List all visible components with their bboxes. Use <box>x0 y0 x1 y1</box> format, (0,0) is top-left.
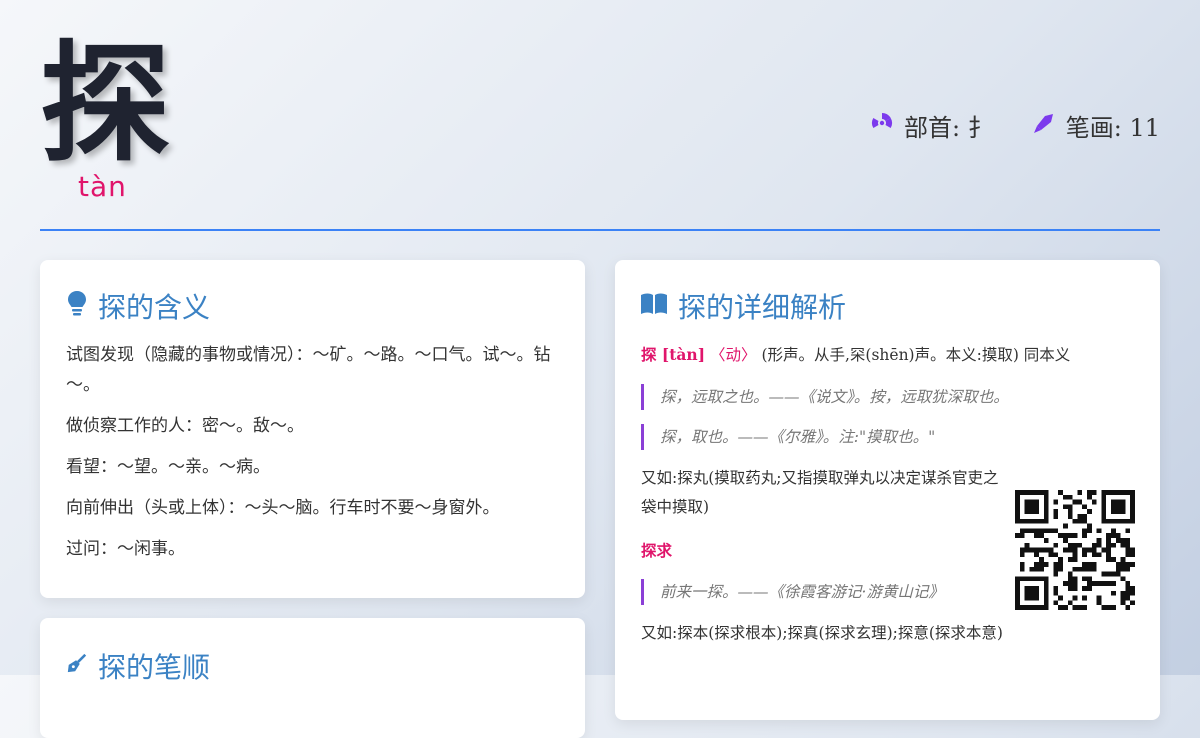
detail-card: 探的详细解析 探 [tàn] 〈动〉 (形声。从手,罙(shēn)声。本义:摸取… <box>615 260 1160 720</box>
meaning-item: 试图发现（隐藏的事物或情况）：～矿。～路。～口气。试～。钻～。 <box>66 345 551 395</box>
meaning-card: 探的含义 试图发现（隐藏的事物或情况）：～矿。～路。～口气。试～。钻～。 做侦察… <box>40 260 585 598</box>
meaning-title: 探的含义 <box>66 286 210 326</box>
radical-label: 部首: 扌 <box>904 114 992 142</box>
detail-headline: 探 [tàn] 〈动〉 (形声。从手,罙(shēn)声。本义:摸取) 同本义 <box>641 340 1121 370</box>
part-of-speech: 〈动〉 <box>709 346 757 364</box>
character-meta: 部首: 扌 笔画: 11 <box>870 108 1160 143</box>
meaning-item: 过问：～闲事。 <box>66 539 185 559</box>
meaning-item: 做侦察工作的人：密～。敌～。 <box>66 416 304 436</box>
header: 探 tàn 部首: 扌 笔画: 11 <box>40 0 1160 231</box>
detail-title: 探的详细解析 <box>640 286 846 326</box>
quote: 探，取也。——《尔雅》。注:"摸取也。" <box>641 424 1121 450</box>
character-display: 探 <box>40 27 171 180</box>
pen-icon <box>1032 111 1056 141</box>
stroke-order-card: 探的笔顺 <box>40 618 585 738</box>
radical-info: 部首: 扌 <box>870 108 992 143</box>
radical-icon <box>870 111 894 141</box>
example-text: 又如:探本(探求根本);探真(探求玄理);探意(探求本意) <box>641 624 1003 642</box>
qr-code <box>1015 490 1135 610</box>
detail-title-text: 探的详细解析 <box>678 291 847 324</box>
stroke-order-title: 探的笔顺 <box>66 646 210 686</box>
head-word: 探 [tàn] <box>641 345 706 364</box>
meaning-title-text: 探的含义 <box>98 291 211 324</box>
book-icon <box>640 290 668 323</box>
pen-nib-icon <box>66 650 88 683</box>
strokes-label: 笔画: 11 <box>1065 114 1160 142</box>
meaning-list: 试图发现（隐藏的事物或情况）：～矿。～路。～口气。试～。钻～。 做侦察工作的人：… <box>66 340 556 575</box>
pinyin: tàn <box>78 170 127 203</box>
head-text: (形声。从手,罙(shēn)声。本义:摸取) 同本义 <box>761 346 1071 364</box>
strokes-info: 笔画: 11 <box>1032 108 1160 143</box>
stroke-order-title-text: 探的笔顺 <box>98 651 211 684</box>
example-text: 又如:探丸(摸取药丸;又指摸取弹丸以决定谋杀官吏之袋中摸取) <box>641 469 999 516</box>
lightbulb-icon <box>66 290 88 323</box>
meaning-item: 向前伸出（头或上体）：～头～脑。行车时不要～身窗外。 <box>66 498 500 518</box>
meaning-item: 看望：～望。～亲。～病。 <box>66 457 270 477</box>
quote: 探，远取之也。——《说文》。按，远取犹深取也。 <box>641 384 1121 410</box>
